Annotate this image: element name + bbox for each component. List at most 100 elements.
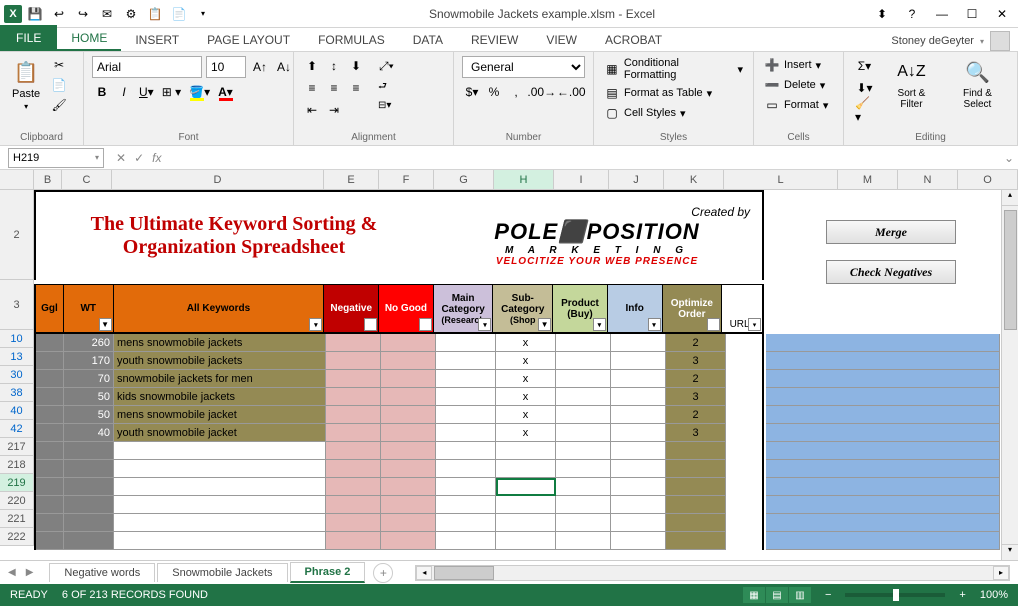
cell-empty[interactable] — [436, 460, 496, 478]
row-header-222[interactable]: 222 — [0, 528, 34, 546]
delete-cells-button[interactable]: ➖Delete ▾ — [762, 76, 835, 94]
format-as-table-button[interactable]: ▤Format as Table ▾ — [602, 84, 745, 102]
cell-sub-cat[interactable]: x — [496, 424, 556, 442]
filter-neg[interactable]: ▼ — [364, 318, 377, 331]
sheet-nav-prev-icon[interactable]: ◀ — [8, 567, 16, 578]
tab-review[interactable]: REVIEW — [457, 29, 532, 51]
orientation-icon[interactable]: ⤢▾ — [376, 56, 397, 76]
row-header-218[interactable]: 218 — [0, 456, 34, 474]
cell-no-good[interactable] — [381, 370, 436, 388]
cell-wt[interactable]: 170 — [64, 352, 114, 370]
cell-keyword[interactable]: youth snowmobile jacket — [114, 424, 326, 442]
cell-url[interactable] — [766, 514, 1000, 532]
row-header-217[interactable]: 217 — [0, 438, 34, 456]
cell-sub-cat[interactable]: x — [496, 406, 556, 424]
cell-main-cat[interactable] — [436, 334, 496, 352]
col-header-K[interactable]: K — [664, 170, 724, 189]
view-normal-icon[interactable]: ▦ — [743, 587, 765, 603]
col-header-J[interactable]: J — [609, 170, 664, 189]
cell-empty[interactable] — [326, 514, 381, 532]
tab-file[interactable]: FILE — [0, 25, 57, 51]
tab-acrobat[interactable]: ACROBAT — [591, 29, 676, 51]
col-header-O[interactable]: O — [958, 170, 1018, 189]
cell-no-good[interactable] — [381, 352, 436, 370]
cell-url[interactable] — [766, 334, 1000, 352]
cell-product[interactable] — [556, 334, 611, 352]
clear-icon[interactable]: 🧹▾ — [852, 100, 877, 120]
filter-url[interactable]: ▾ — [748, 318, 761, 331]
sheet-tab-snowmobile-jackets[interactable]: Snowmobile Jackets — [157, 563, 287, 582]
cell-keyword[interactable]: mens snowmobile jacket — [114, 406, 326, 424]
increase-indent-icon[interactable]: ⇥ — [324, 100, 344, 120]
cell-empty[interactable] — [114, 478, 326, 496]
cell-empty[interactable] — [114, 496, 326, 514]
cell-wt[interactable]: 50 — [64, 388, 114, 406]
cell-empty[interactable] — [496, 460, 556, 478]
cell-wt[interactable]: 40 — [64, 424, 114, 442]
cell-ggl[interactable] — [36, 388, 64, 406]
row-header-42[interactable]: 42 — [0, 420, 34, 438]
cell-no-good[interactable] — [381, 334, 436, 352]
cell-empty[interactable] — [556, 532, 611, 550]
cell-wt[interactable]: 70 — [64, 370, 114, 388]
cell-empty[interactable] — [556, 460, 611, 478]
cell-empty[interactable] — [611, 460, 666, 478]
cell-info[interactable] — [611, 352, 666, 370]
cell-optimize[interactable]: 3 — [666, 388, 726, 406]
italic-button[interactable]: I — [114, 82, 134, 102]
cell-main-cat[interactable] — [436, 388, 496, 406]
user-name[interactable]: Stoney deGeyter — [891, 35, 974, 47]
col-header-N[interactable]: N — [898, 170, 958, 189]
cell-empty[interactable] — [381, 442, 436, 460]
cell-empty[interactable] — [666, 442, 726, 460]
cell-url[interactable] — [766, 406, 1000, 424]
cell-empty[interactable] — [666, 478, 726, 496]
cell-empty[interactable] — [64, 496, 114, 514]
qat-undo-icon[interactable]: ↩ — [48, 3, 70, 25]
merge-button[interactable]: Merge — [826, 220, 956, 244]
cell-product[interactable] — [556, 424, 611, 442]
col-header-L[interactable]: L — [724, 170, 838, 189]
insert-cells-button[interactable]: ➕Insert ▾ — [762, 56, 835, 74]
check-negatives-button[interactable]: Check Negatives — [826, 260, 956, 284]
cell-info[interactable] — [611, 406, 666, 424]
expand-formula-icon[interactable]: ⌄ — [1000, 151, 1018, 165]
minimize-icon[interactable]: — — [930, 4, 954, 24]
decrease-indent-icon[interactable]: ⇤ — [302, 100, 322, 120]
cell-styles-button[interactable]: ▢Cell Styles ▾ — [602, 104, 745, 122]
sheet-tab-negative-words[interactable]: Negative words — [49, 563, 155, 582]
cell-keyword[interactable]: snowmobile jackets for men — [114, 370, 326, 388]
cell-empty[interactable] — [496, 442, 556, 460]
tab-insert[interactable]: INSERT — [121, 29, 193, 51]
row-header-10[interactable]: 10 — [0, 330, 34, 348]
zoom-level[interactable]: 100% — [980, 589, 1008, 601]
col-header-H[interactable]: H — [494, 170, 554, 189]
col-header-B[interactable]: B — [34, 170, 62, 189]
cell-empty[interactable] — [436, 514, 496, 532]
cell-empty[interactable] — [381, 514, 436, 532]
cell-empty[interactable] — [36, 532, 64, 550]
cell-empty[interactable] — [64, 532, 114, 550]
cell-empty[interactable] — [496, 514, 556, 532]
cell-info[interactable] — [611, 334, 666, 352]
add-sheet-button[interactable]: + — [373, 563, 393, 583]
percent-icon[interactable]: % — [484, 82, 504, 102]
cell-sub-cat[interactable]: x — [496, 334, 556, 352]
border-button[interactable]: ⊞ ▾ — [159, 82, 184, 102]
row-header-38[interactable]: 38 — [0, 384, 34, 402]
tab-page-layout[interactable]: PAGE LAYOUT — [193, 29, 304, 51]
cell-no-good[interactable] — [381, 388, 436, 406]
number-format-select[interactable]: General — [462, 56, 585, 78]
cell-keyword[interactable]: mens snowmobile jackets — [114, 334, 326, 352]
cell-empty[interactable] — [666, 532, 726, 550]
cell-sub-cat[interactable]: x — [496, 352, 556, 370]
cell-empty[interactable] — [326, 478, 381, 496]
cell-info[interactable] — [611, 388, 666, 406]
cell-optimize[interactable]: 2 — [666, 406, 726, 424]
cell-url[interactable] — [766, 424, 1000, 442]
zoom-in-icon[interactable]: + — [959, 589, 965, 601]
cell-empty[interactable] — [36, 478, 64, 496]
qat-save-icon[interactable]: 💾 — [24, 3, 46, 25]
enter-formula-icon[interactable]: ✓ — [134, 151, 144, 165]
cell-empty[interactable] — [64, 442, 114, 460]
